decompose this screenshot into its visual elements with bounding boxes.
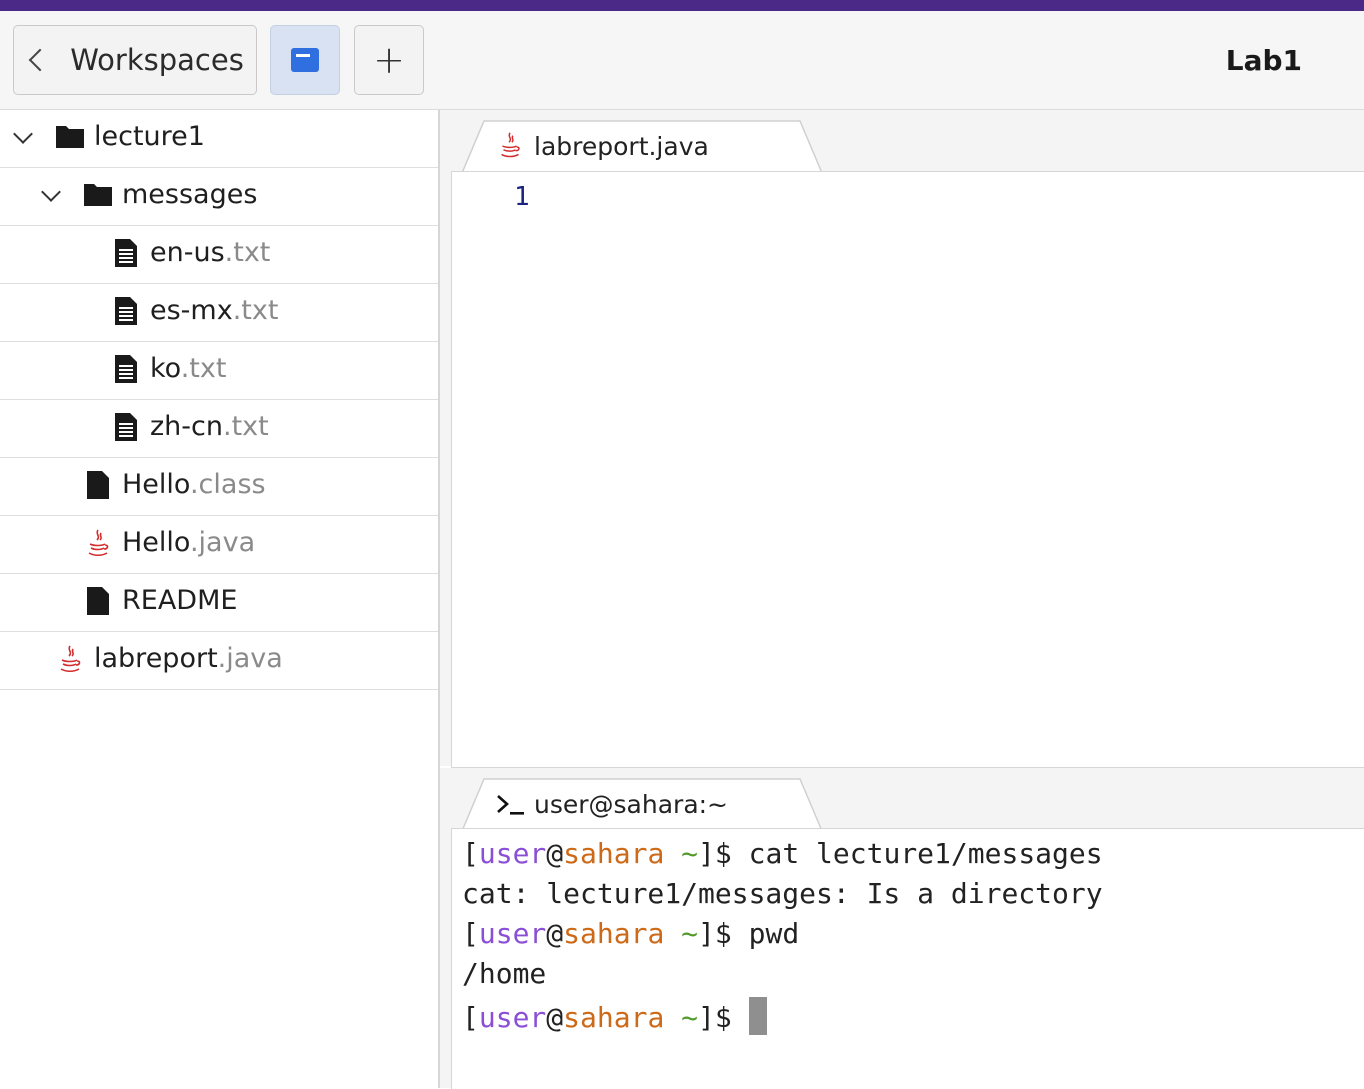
file-icon: [87, 471, 109, 499]
workspaces-label: Workspaces: [70, 43, 244, 77]
terminal-output[interactable]: [user@sahara ~]$ cat lecture1/messages c…: [451, 828, 1364, 1089]
tree-item-zh-cn-txt[interactable]: zh-cn.txt: [0, 400, 438, 458]
line-number: 1: [514, 182, 530, 212]
workspace-title: Lab1: [1225, 44, 1302, 77]
toolbar: Workspaces + Lab1: [0, 11, 1364, 110]
tree-item-name: zh-cn: [150, 411, 223, 442]
chevron-down-icon: [13, 124, 33, 144]
file-explorer-sidebar: lecture1 messages en-us.txt es-mx.txt ko…: [0, 110, 440, 1088]
text-file-icon: [115, 239, 137, 267]
tree-item-es-mx-txt[interactable]: es-mx.txt: [0, 284, 438, 342]
top-accent-bar: [0, 0, 1364, 11]
tree-item-name: lecture1: [94, 121, 205, 152]
tab-label: labreport.java: [534, 132, 709, 161]
terminal-pane: user@sahara:~ [user@sahara ~]$ cat lectu…: [440, 768, 1364, 1089]
tree-item-ext: .txt: [224, 237, 271, 268]
tree-item-name: en-us: [150, 237, 225, 268]
tree-item-messages[interactable]: messages: [0, 168, 438, 226]
window-panel-icon: [291, 48, 319, 72]
tree-item-en-us-txt[interactable]: en-us.txt: [0, 226, 438, 284]
tree-item-name: labreport: [94, 643, 218, 674]
terminal-cursor: [748, 997, 767, 1035]
terminal-line: [user@sahara ~]$ pwd: [462, 917, 800, 950]
tree-item-ext: .txt: [180, 353, 227, 384]
tree-item-ext: .txt: [222, 411, 269, 442]
text-file-icon: [115, 413, 137, 441]
text-file-icon: [115, 297, 137, 325]
java-icon: [60, 645, 81, 673]
tree-item-name: Hello: [122, 527, 190, 558]
tree-item-name: es-mx: [150, 295, 233, 326]
tree-item-ext: .class: [189, 469, 266, 500]
terminal-line: /home: [462, 957, 546, 990]
terminal-icon: [497, 795, 524, 815]
folder-icon: [84, 184, 112, 206]
terminal-line: [user@sahara ~]$ cat lecture1/messages: [462, 837, 1103, 870]
tree-item-ko-txt[interactable]: ko.txt: [0, 342, 438, 400]
tree-item-ext: .txt: [232, 295, 279, 326]
editor-pane: labreport.java 1: [440, 110, 1364, 768]
files-panel-toggle-button[interactable]: [270, 25, 340, 95]
plus-icon: +: [373, 38, 405, 82]
terminal-output-text: /home: [462, 957, 547, 990]
workspaces-button[interactable]: Workspaces: [13, 25, 257, 95]
add-button[interactable]: +: [354, 25, 424, 95]
file-icon: [87, 587, 109, 615]
java-icon: [501, 132, 520, 158]
tree-item-name: Hello: [122, 469, 190, 500]
code-editor[interactable]: 1: [451, 171, 1364, 768]
tree-item-name: messages: [122, 179, 258, 210]
terminal-command: pwd: [748, 917, 800, 950]
tree-item-ext: .java: [217, 643, 283, 674]
tree-item-readme[interactable]: README: [0, 574, 438, 632]
tree-item-name: README: [122, 585, 238, 616]
tree-item-lecture1[interactable]: lecture1: [0, 110, 438, 168]
tree-item-ext: .java: [189, 527, 256, 558]
tab-label: user@sahara:~: [534, 790, 729, 819]
chevron-down-icon: [41, 182, 61, 202]
tab-labreport-java[interactable]: labreport.java: [462, 120, 824, 173]
tab-terminal[interactable]: user@sahara:~: [462, 778, 824, 831]
java-icon: [88, 529, 109, 557]
tree-item-hello-class[interactable]: Hello.class: [0, 458, 438, 516]
text-file-icon: [115, 355, 137, 383]
terminal-output-text: cat: lecture1/messages: Is a directory: [462, 877, 1103, 910]
terminal-command: cat lecture1/messages: [748, 837, 1103, 870]
tree-item-name: ko: [150, 353, 181, 384]
tree-item-labreport-java[interactable]: labreport.java: [0, 632, 438, 690]
tree-item-hello-java[interactable]: Hello.java: [0, 516, 438, 574]
folder-icon: [56, 126, 84, 148]
terminal-line: [user@sahara ~]$: [462, 997, 767, 1035]
chevron-left-icon: [28, 48, 52, 72]
terminal-line: cat: lecture1/messages: Is a directory: [462, 877, 1103, 910]
